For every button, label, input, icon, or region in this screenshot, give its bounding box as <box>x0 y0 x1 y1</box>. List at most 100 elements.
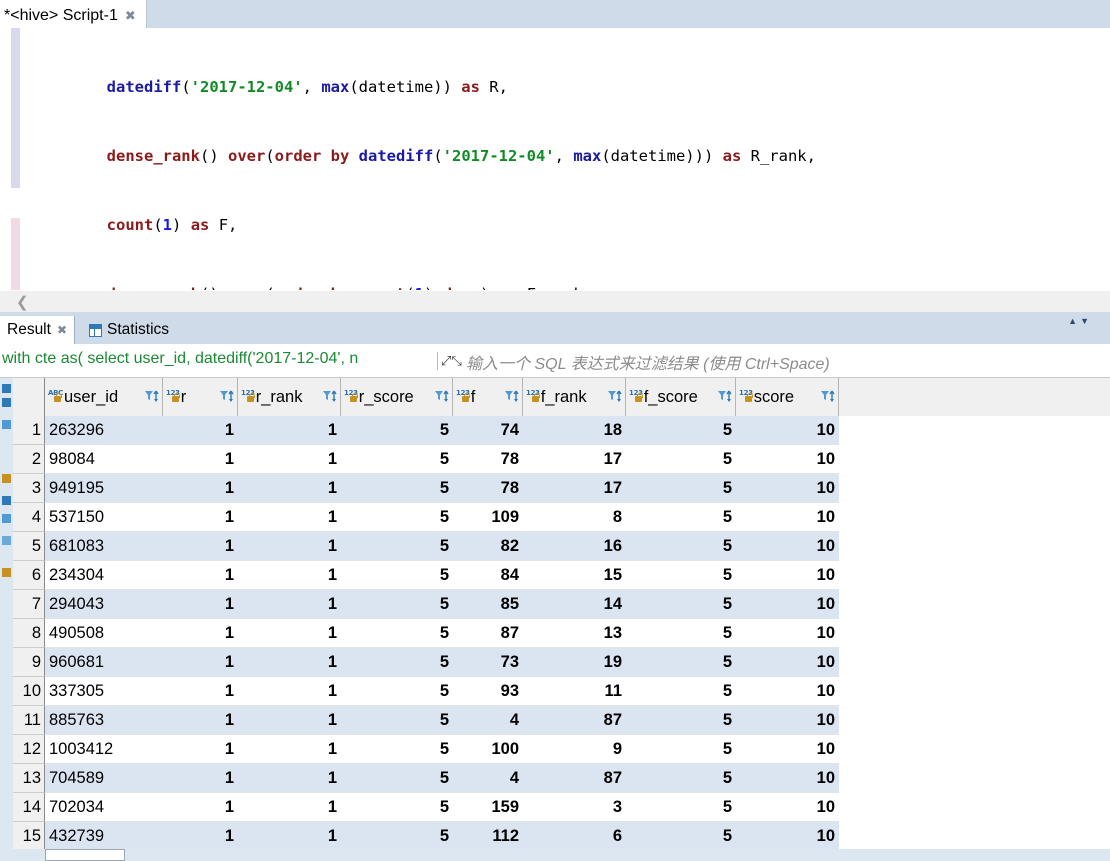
cell-f[interactable]: 84 <box>453 561 523 590</box>
cell-f_score[interactable]: 5 <box>626 474 736 503</box>
row-number[interactable]: 2 <box>13 445 45 474</box>
sort-filter-icon[interactable] <box>434 389 450 405</box>
filter-input-placeholder[interactable]: 输入一个 SQL 表达式来过滤结果 (使用 Ctrl+Space) <box>466 350 830 374</box>
cell-f_score[interactable]: 5 <box>626 445 736 474</box>
cell-r_score[interactable]: 5 <box>341 677 453 706</box>
row-number[interactable]: 12 <box>13 735 45 764</box>
cell-r_score[interactable]: 5 <box>341 735 453 764</box>
cell-f_rank[interactable]: 8 <box>523 503 626 532</box>
cell-f_score[interactable]: 5 <box>626 735 736 764</box>
filter-icon[interactable] <box>2 496 11 505</box>
cell-f_score[interactable]: 5 <box>626 619 736 648</box>
cell-f[interactable]: 74 <box>453 416 523 445</box>
expand-arrows-icon[interactable]: ⤢⤡ <box>437 352 462 370</box>
cell-f[interactable]: 159 <box>453 793 523 822</box>
cell-r_score[interactable]: 5 <box>341 706 453 735</box>
table-row[interactable]: 5 681083 1 1 5 82 16 5 10 <box>13 532 1110 561</box>
cell-r[interactable]: 1 <box>163 619 238 648</box>
cell-user_id[interactable]: 432739 <box>45 822 163 849</box>
record-icon[interactable] <box>2 568 11 577</box>
table-row[interactable]: 4 537150 1 1 5 109 8 5 10 <box>13 503 1110 532</box>
cell-r_rank[interactable]: 1 <box>238 445 341 474</box>
cell-r[interactable]: 1 <box>163 445 238 474</box>
cell-f_rank[interactable]: 16 <box>523 532 626 561</box>
cell-f_score[interactable]: 5 <box>626 648 736 677</box>
cell-r_score[interactable]: 5 <box>341 590 453 619</box>
cell-f[interactable]: 73 <box>453 648 523 677</box>
cell-f_score[interactable]: 5 <box>626 677 736 706</box>
sort-filter-icon[interactable] <box>717 389 733 405</box>
sort-filter-icon[interactable] <box>820 389 836 405</box>
row-number[interactable]: 4 <box>13 503 45 532</box>
results-filter-bar[interactable]: with cte as( select user_id, datediff('2… <box>0 344 1110 378</box>
row-number[interactable]: 6 <box>13 561 45 590</box>
cell-user_id[interactable]: 885763 <box>45 706 163 735</box>
row-number[interactable]: 7 <box>13 590 45 619</box>
row-number[interactable]: 14 <box>13 793 45 822</box>
cell-f_score[interactable]: 5 <box>626 590 736 619</box>
cell-score[interactable]: 10 <box>736 445 839 474</box>
cell-f[interactable]: 4 <box>453 764 523 793</box>
cell-f_rank[interactable]: 13 <box>523 619 626 648</box>
cell-score[interactable]: 10 <box>736 706 839 735</box>
table-row[interactable]: 3 949195 1 1 5 78 17 5 10 <box>13 474 1110 503</box>
cell-f[interactable]: 4 <box>453 706 523 735</box>
tab-statistics[interactable]: Statistics <box>82 316 176 344</box>
cell-r[interactable]: 1 <box>163 416 238 445</box>
cell-r_rank[interactable]: 1 <box>238 735 341 764</box>
cell-user_id[interactable]: 702034 <box>45 793 163 822</box>
cell-user_id[interactable]: 490508 <box>45 619 163 648</box>
tab-result[interactable]: Result ✖ <box>0 316 75 344</box>
sort-filter-icon[interactable] <box>504 389 520 405</box>
row-number[interactable]: 5 <box>13 532 45 561</box>
column-header-f_score[interactable]: 123 f_score <box>626 378 736 416</box>
cell-r[interactable]: 1 <box>163 677 238 706</box>
text-view-icon[interactable] <box>2 398 11 407</box>
column-header-score[interactable]: 123 score <box>736 378 839 416</box>
sort-filter-icon[interactable] <box>322 389 338 405</box>
cell-r[interactable]: 1 <box>163 590 238 619</box>
cell-r[interactable]: 1 <box>163 561 238 590</box>
cell-f_score[interactable]: 5 <box>626 822 736 849</box>
cell-r_score[interactable]: 5 <box>341 793 453 822</box>
cell-f_rank[interactable]: 6 <box>523 822 626 849</box>
editor-tab-script-1[interactable]: *<hive> Script-1 ✖ <box>0 0 147 28</box>
cell-r_score[interactable]: 5 <box>341 822 453 849</box>
cell-r_rank[interactable]: 1 <box>238 706 341 735</box>
cell-r_rank[interactable]: 1 <box>238 677 341 706</box>
cell-r[interactable]: 1 <box>163 706 238 735</box>
cell-f[interactable]: 112 <box>453 822 523 849</box>
table-row[interactable]: 13 704589 1 1 5 4 87 5 10 <box>13 764 1110 793</box>
cell-r_rank[interactable]: 1 <box>238 648 341 677</box>
cell-r_rank[interactable]: 1 <box>238 764 341 793</box>
cell-f_score[interactable]: 5 <box>626 706 736 735</box>
row-number[interactable]: 8 <box>13 619 45 648</box>
column-header-r_score[interactable]: 123 r_score <box>341 378 453 416</box>
table-row[interactable]: 15 432739 1 1 5 112 6 5 10 <box>13 822 1110 849</box>
column-header-f[interactable]: 123 f <box>453 378 523 416</box>
export-icon[interactable] <box>2 474 11 483</box>
cell-f[interactable]: 85 <box>453 590 523 619</box>
cell-r[interactable]: 1 <box>163 764 238 793</box>
cell-user_id[interactable]: 537150 <box>45 503 163 532</box>
scrollbar-thumb[interactable] <box>45 849 125 861</box>
cell-r_score[interactable]: 5 <box>341 445 453 474</box>
cell-f[interactable]: 78 <box>453 474 523 503</box>
grid-body[interactable]: 1 263296 1 1 5 74 18 5 10 2 98084 1 1 5 78 17 5 10 3 949195… <box>13 416 1110 849</box>
cell-r_score[interactable]: 5 <box>341 648 453 677</box>
cell-r_score[interactable]: 5 <box>341 561 453 590</box>
cell-f[interactable]: 78 <box>453 445 523 474</box>
cell-r[interactable]: 1 <box>163 648 238 677</box>
cell-f[interactable]: 93 <box>453 677 523 706</box>
cell-f_rank[interactable]: 87 <box>523 764 626 793</box>
cell-f_score[interactable]: 5 <box>626 416 736 445</box>
table-row[interactable]: 7 294043 1 1 5 85 14 5 10 <box>13 590 1110 619</box>
cell-score[interactable]: 10 <box>736 416 839 445</box>
cell-r_rank[interactable]: 1 <box>238 822 341 849</box>
tab-scroll-arrows[interactable]: ▲▼ <box>1068 316 1092 326</box>
table-row[interactable]: 2 98084 1 1 5 78 17 5 10 <box>13 445 1110 474</box>
grid-horizontal-scrollbar[interactable] <box>13 849 1110 861</box>
row-number[interactable]: 13 <box>13 764 45 793</box>
calc-icon[interactable] <box>2 514 11 523</box>
column-header-r_rank[interactable]: 123 r_rank <box>238 378 341 416</box>
